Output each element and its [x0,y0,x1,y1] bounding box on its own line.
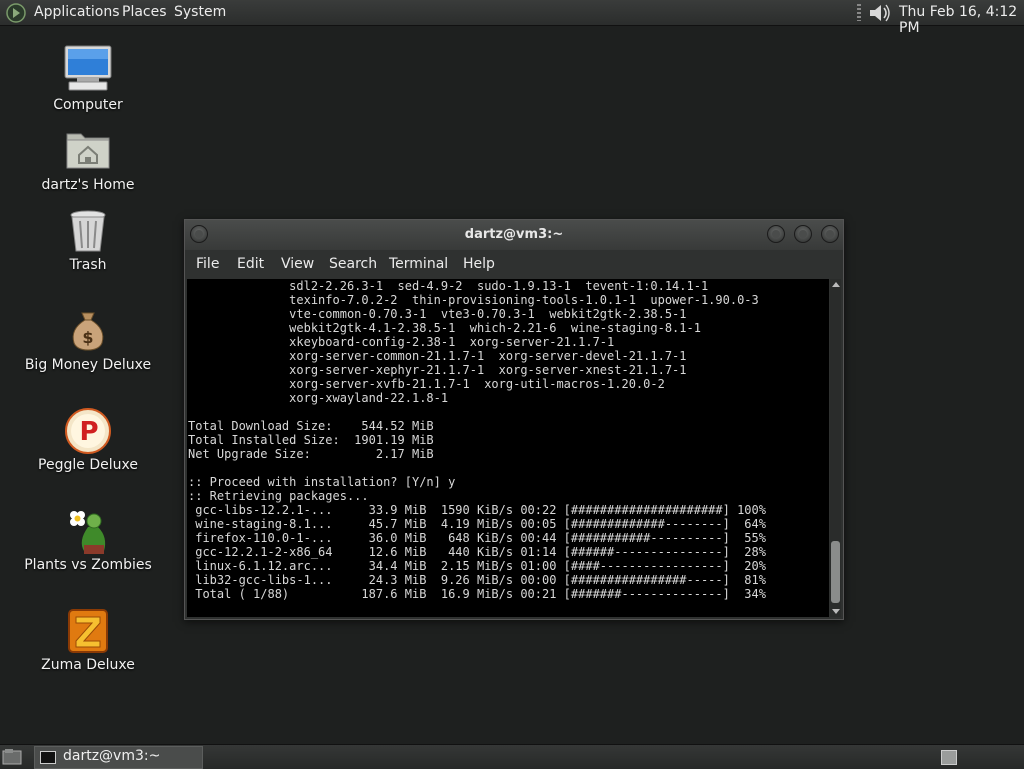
terminal-line: vte-common-0.70.3-1 vte3-0.70.3-1 webkit… [188,307,687,321]
computer-icon [64,45,112,91]
workspace-switcher-icon[interactable] [941,750,957,765]
terminal-line: gcc-12.2.1-2-x86_64 12.6 MiB 440 KiB/s 0… [188,545,766,559]
desktop-icon-label: Peggle Deluxe [38,457,138,473]
terminal-scrollbar[interactable] [830,279,841,617]
menu-help[interactable]: Help [463,256,495,272]
desktop-icon-label: Computer [53,97,123,113]
menu-file[interactable]: File [196,256,219,272]
bottom-panel: dartz@vm3:~ [0,744,1024,769]
terminal-line: Total ( 1/88) 187.6 MiB 16.9 MiB/s 00:21… [188,587,766,601]
terminal-menubar: File Edit View Search Terminal Help [185,250,843,278]
plants-vs-zombies-icon [70,511,106,554]
desktop-icon-label: Big Money Deluxe [24,357,152,373]
terminal-line: wine-staging-8.1... 45.7 MiB 4.19 MiB/s … [188,517,766,531]
desktop-icon-label: Trash [69,257,107,273]
desktop-icon-label: Plants vs Zombies [24,557,152,573]
window-title: dartz@vm3:~ [464,227,564,242]
desktop-icon-computer[interactable]: Computer [13,44,163,116]
desktop-icon-trash[interactable]: Trash [13,209,163,275]
desktop-icon-home[interactable]: dartz's Home [13,128,163,196]
terminal-line: webkit2gtk-4.1-2.38.5-1 which-2.21-6 win… [188,321,701,335]
terminal-output: sdl2-2.26.3-1 sed-4.9-2 sudo-1.9.13-1 te… [188,279,766,601]
taskbar-terminal-button[interactable]: dartz@vm3:~ [34,746,203,769]
menu-view[interactable]: View [281,256,314,272]
zuma-icon [68,609,108,653]
clock[interactable]: Thu Feb 16, 4:12 PM [899,4,1024,36]
show-desktop-icon[interactable] [2,748,22,766]
terminal-line: xkeyboard-config-2.38-1 xorg-server-21.1… [188,335,615,349]
terminal-line: xorg-server-xvfb-21.1.7-1 xorg-util-macr… [188,377,665,391]
top-panel: Applications Places System Thu Feb 16, 4… [0,0,1024,36]
desktop-icon-peggle[interactable]: P Peggle Deluxe [13,407,163,475]
volume-icon[interactable] [867,2,891,24]
scroll-down-icon[interactable] [832,609,840,614]
gnome-foot-icon[interactable] [6,3,26,23]
places-menu[interactable]: Places [122,4,167,20]
trash-icon [70,210,106,252]
svg-text:$: $ [82,328,93,347]
system-menu[interactable]: System [174,4,226,20]
terminal-line: texinfo-7.0.2-2 thin-provisioning-tools-… [188,293,759,307]
terminal-line: xorg-server-xephyr-21.1.7-1 xorg-server-… [188,363,687,377]
terminal-line: :: Proceed with installation? [Y/n] y [188,475,456,489]
desktop-icon-label: dartz's Home [41,177,135,193]
terminal-line: :: Retrieving packages... [188,489,369,503]
applications-menu[interactable]: Applications [34,4,120,20]
taskbar-label: dartz@vm3:~ [63,748,161,764]
menu-edit[interactable]: Edit [237,256,264,272]
terminal-line: Net Upgrade Size: 2.17 MiB [188,447,434,461]
menu-search[interactable]: Search [329,256,377,272]
terminal-line: xorg-xwayland-22.1.8-1 [188,391,449,405]
terminal-line: gcc-libs-12.2.1-... 33.9 MiB 1590 KiB/s … [188,503,766,517]
desktop-icon-pvz[interactable]: Plants vs Zombies [13,507,163,575]
scroll-up-icon[interactable] [832,282,840,287]
terminal-line: sdl2-2.26.3-1 sed-4.9-2 sudo-1.9.13-1 te… [188,279,709,293]
svg-text:P: P [79,417,98,447]
home-folder-icon [66,133,110,169]
terminal-line: Total Download Size: 544.52 MiB [188,419,434,433]
peggle-icon: P [65,408,111,454]
terminal-line: Total Installed Size: 1901.19 MiB [188,433,434,447]
desktop-icon-label: Zuma Deluxe [41,657,135,673]
terminal-icon [40,751,56,764]
terminal-screen[interactable]: sdl2-2.26.3-1 sed-4.9-2 sudo-1.9.13-1 te… [187,279,829,617]
desktop-icon-big-money[interactable]: $ Big Money Deluxe [13,309,163,375]
maximize-button[interactable] [794,225,812,243]
minimize-button[interactable] [767,225,785,243]
close-button[interactable] [821,225,839,243]
money-bag-icon: $ [72,312,104,351]
terminal-line: xorg-server-common-21.1.7-1 xorg-server-… [188,349,687,363]
scrollbar-thumb[interactable] [831,541,840,603]
terminal-line: linux-6.1.12.arc... 34.4 MiB 2.15 MiB/s … [188,559,766,573]
terminal-line: lib32-gcc-libs-1... 24.3 MiB 9.26 MiB/s … [188,573,766,587]
terminal-line: firefox-110.0-1-... 36.0 MiB 648 KiB/s 0… [188,531,766,545]
menu-terminal[interactable]: Terminal [389,256,448,272]
window-titlebar[interactable]: dartz@vm3:~ [185,220,843,250]
terminal-window: dartz@vm3:~ File Edit View Search Termin… [184,219,844,620]
desktop-icon-zuma[interactable]: Zuma Deluxe [13,607,163,675]
panel-grip[interactable] [857,4,861,21]
